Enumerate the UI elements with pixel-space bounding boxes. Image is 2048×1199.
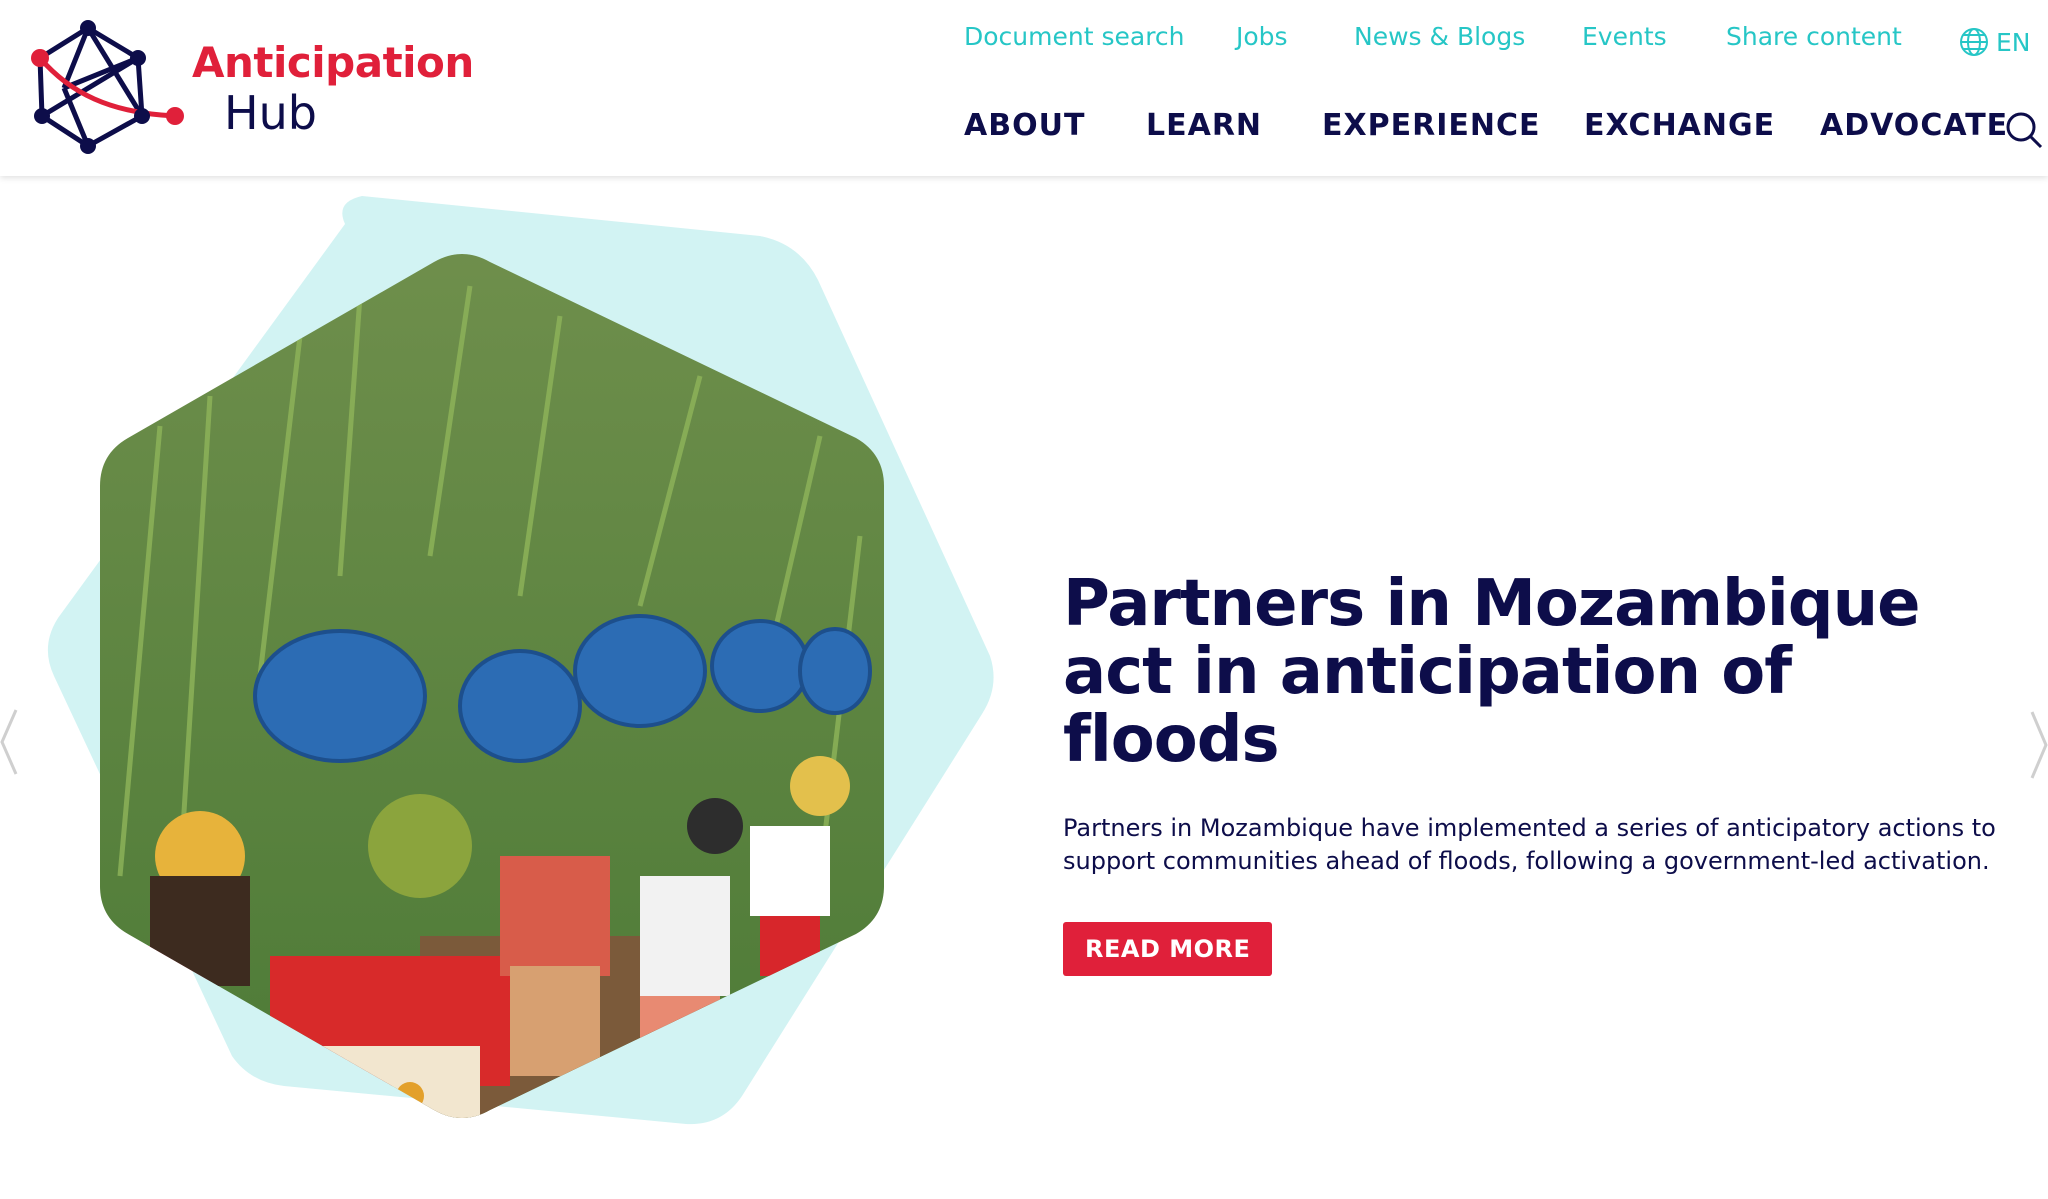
hero-image — [0, 196, 994, 1125]
nav-about[interactable]: ABOUT — [964, 108, 1085, 143]
slider-next-button[interactable] — [2028, 710, 2048, 780]
top-link-document-search[interactable]: Document search — [964, 22, 1185, 51]
top-link-news-blogs[interactable]: News & Blogs — [1354, 22, 1525, 51]
site-header: Anticipation Hub Document search Jobs Ne… — [0, 0, 2048, 176]
chevron-left-icon — [0, 709, 18, 775]
chevron-right-icon — [2030, 711, 2048, 779]
top-link-jobs[interactable]: Jobs — [1236, 22, 1288, 51]
search-icon — [2006, 112, 2043, 149]
main-nav: ABOUT LEARN EXPERIENCE EXCHANGE ADVOCATE — [0, 108, 2048, 154]
language-label: EN — [1996, 27, 2031, 57]
nav-experience[interactable]: EXPERIENCE — [1322, 108, 1540, 143]
hero-description: Partners in Mozambique have implemented … — [1063, 814, 1996, 875]
nav-learn[interactable]: LEARN — [1146, 108, 1262, 143]
nav-exchange[interactable]: EXCHANGE — [1584, 108, 1775, 143]
utility-nav: Document search Jobs News & Blogs Events… — [0, 22, 2048, 62]
top-link-share-content[interactable]: Share content — [1726, 22, 1902, 51]
search-button[interactable] — [2004, 110, 2044, 150]
hero-title: Partners in Mozambique act in anticipati… — [1063, 567, 1921, 777]
hero-content: Partners in Mozambique act in anticipati… — [1063, 570, 2023, 976]
read-more-button[interactable]: READ MORE — [1063, 922, 1273, 976]
language-selector[interactable]: EN — [1958, 22, 2031, 62]
slider-prev-button[interactable] — [0, 709, 18, 775]
top-link-events[interactable]: Events — [1582, 22, 1667, 51]
nav-advocate[interactable]: ADVOCATE — [1820, 108, 2008, 143]
globe-icon — [1960, 28, 1988, 56]
